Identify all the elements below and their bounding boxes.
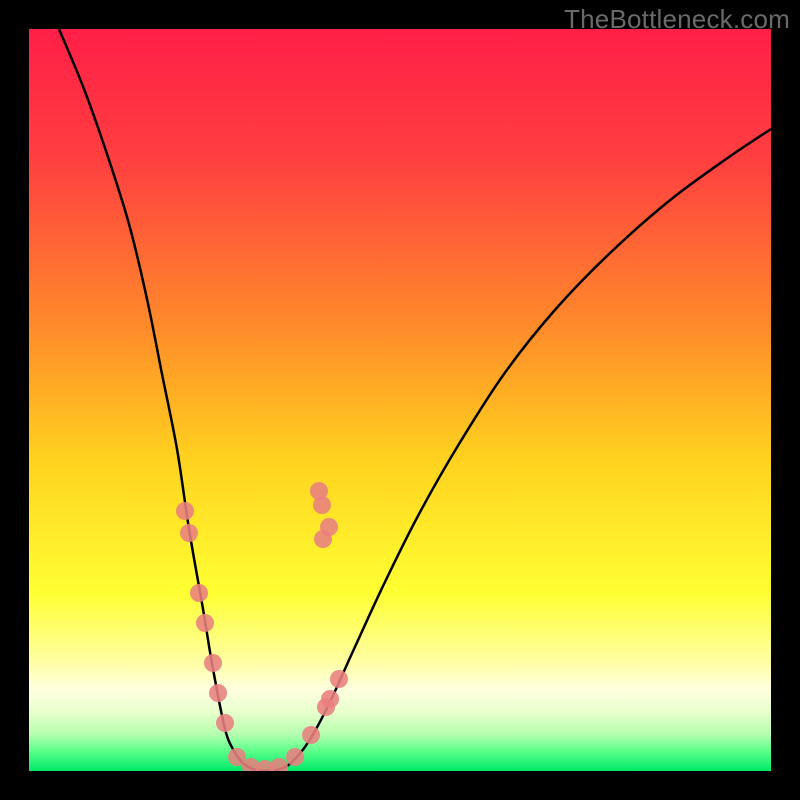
chart-markers [29, 29, 771, 771]
marker-dot [321, 690, 339, 708]
marker-dot [180, 524, 198, 542]
marker-dot [320, 518, 338, 536]
marker-dot [196, 614, 214, 632]
marker-dot [176, 502, 194, 520]
watermark-text: TheBottleneck.com [564, 4, 790, 35]
marker-dot [216, 714, 234, 732]
marker-dot [330, 670, 348, 688]
marker-dot [302, 726, 320, 744]
marker-dot [204, 654, 222, 672]
marker-dot [310, 482, 328, 500]
marker-dot [270, 758, 288, 771]
marker-dot [209, 684, 227, 702]
chart-frame [29, 29, 771, 771]
marker-dot [286, 748, 304, 766]
marker-dot [190, 584, 208, 602]
